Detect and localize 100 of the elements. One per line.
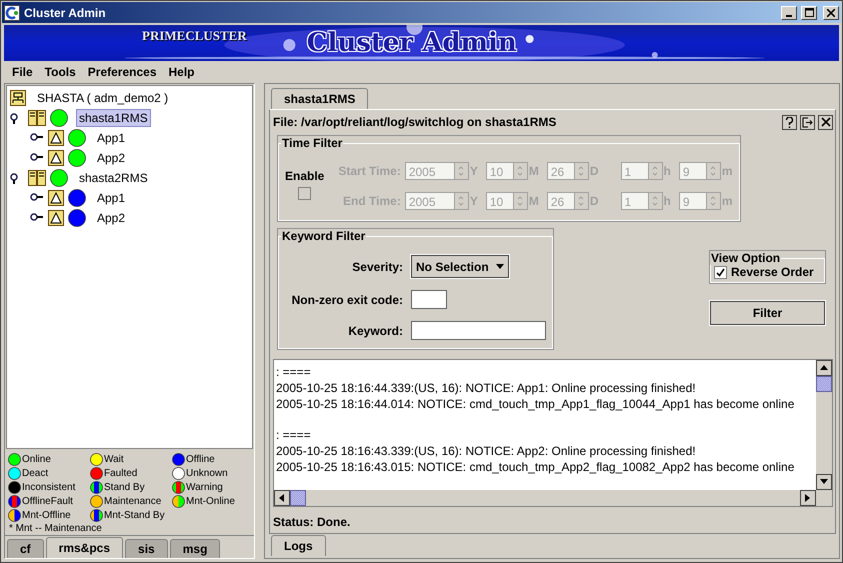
log-line: 2005-10-25 18:16:43.015: NOTICE: cmd_touch_tmp_App2_flag_10082_App2 has become online — [276, 459, 796, 475]
tab[interactable]: msg — [170, 539, 220, 558]
tree-item[interactable]: App1 — [94, 129, 128, 147]
horizontal-scrollbar[interactable] — [274, 490, 816, 506]
help-button[interactable] — [782, 114, 797, 130]
enable-label: Enable — [285, 168, 324, 182]
menu-item[interactable]: Tools — [38, 65, 82, 79]
legend-note: * Mnt -- Maintenance — [8, 522, 103, 536]
legend-label: Deact — [22, 468, 48, 479]
status-dot — [172, 494, 185, 508]
scrollbar-thumb[interactable] — [290, 490, 306, 506]
reverse-order-label: Reverse Order — [731, 265, 814, 279]
tree-item[interactable]: App1 — [94, 189, 128, 207]
app-icon — [4, 4, 20, 20]
status-dot — [68, 129, 86, 147]
log-line: 2005-10-25 18:16:43.339:(US, 16): NOTICE: App2: Online processing finished! — [276, 443, 697, 459]
legend-label: Mnt-Stand By — [104, 510, 165, 521]
minimize-button[interactable] — [781, 6, 797, 20]
log-line: : ==== — [276, 364, 312, 380]
banner-title: Cluster Admin — [306, 28, 517, 58]
status-dot — [8, 452, 21, 466]
server-icon — [28, 170, 46, 186]
exit-code-field[interactable] — [411, 290, 447, 309]
menu-item[interactable]: File — [6, 65, 39, 79]
log-line: 2005-10-25 18:16:44.339:(US, 16): NOTICE: App1: Online processing finished! — [276, 380, 697, 396]
group-title: View Option — [710, 251, 782, 265]
server-icon — [28, 110, 46, 126]
maximize-icon — [804, 8, 814, 17]
severity-dropdown[interactable]: No Selection — [411, 255, 509, 278]
maximize-button[interactable] — [801, 6, 817, 20]
legend-label: Stand By — [104, 482, 145, 493]
status-dot — [172, 480, 185, 494]
triangle-icon — [48, 150, 64, 166]
legend-label: Warning — [186, 482, 223, 493]
status-dot — [68, 189, 86, 207]
close-icon — [827, 8, 835, 16]
tab[interactable]: cf — [7, 539, 44, 558]
group-title: Keyword Filter — [281, 229, 366, 243]
vertical-scrollbar[interactable] — [816, 360, 832, 490]
status-text: Status: Done. — [273, 514, 352, 529]
scrollbar-thumb[interactable] — [816, 376, 832, 392]
window-title: Cluster Admin — [24, 6, 107, 20]
cluster-icon — [10, 90, 26, 106]
filter-button[interactable]: Filter — [710, 301, 825, 325]
status-dot — [50, 109, 68, 127]
tree-item[interactable]: SHASTA ( adm_demo2 ) — [34, 89, 172, 107]
tab[interactable]: rms&pcs — [46, 537, 124, 558]
legend-label: Unknown — [186, 468, 228, 479]
legend-label: Online — [22, 454, 51, 465]
status-dot — [90, 452, 103, 466]
triangle-icon — [48, 210, 64, 226]
menu-item[interactable]: Preferences — [82, 65, 162, 79]
tab[interactable]: Logs — [271, 535, 326, 556]
enable-checkbox[interactable] — [298, 186, 312, 200]
group-title: Time Filter — [281, 136, 344, 150]
close-button[interactable] — [818, 114, 833, 130]
status-dot — [8, 508, 21, 522]
up-arrow-icon — [820, 365, 828, 371]
status-dot — [50, 169, 68, 187]
triangle-icon — [48, 190, 64, 206]
triangle-icon — [48, 130, 64, 146]
caret-icon — [496, 264, 504, 270]
tree-item[interactable]: App2 — [94, 209, 128, 227]
legend-label: Wait — [104, 454, 124, 465]
status-dot — [68, 149, 86, 167]
status-dot — [8, 494, 21, 508]
legend-label: Maintenance — [104, 496, 162, 507]
tab[interactable]: shasta1RMS — [271, 88, 368, 109]
down-arrow-icon — [820, 479, 828, 485]
status-dot — [172, 466, 185, 480]
legend-label: Mnt-Offline — [22, 510, 71, 521]
status-dot — [8, 466, 21, 480]
status-dot — [90, 494, 103, 508]
tree-item[interactable]: App2 — [94, 149, 128, 167]
tree-item[interactable]: shasta2RMS — [76, 169, 151, 187]
left-arrow-icon — [279, 494, 285, 502]
menu-item[interactable]: Help — [162, 65, 201, 79]
log-line: : ==== — [276, 427, 312, 443]
status-dot — [8, 480, 21, 494]
keyword-field[interactable] — [411, 321, 546, 340]
legend-label: Inconsistent — [22, 482, 76, 493]
keyword-label: Keyword: — [347, 324, 403, 338]
tree-item[interactable]: shasta1RMS — [76, 109, 151, 127]
minimize-icon — [786, 14, 792, 16]
detach-button[interactable] — [800, 114, 815, 130]
status-dot — [172, 452, 185, 466]
legend-label: Offline — [186, 454, 215, 465]
legend-label: OfflineFault — [22, 496, 73, 507]
brand-logo: PRIMECLUSTER — [142, 28, 247, 44]
file-path: File: /var/opt/reliant/log/switchlog on shasta1RMS — [273, 115, 558, 129]
severity-label: Severity: — [351, 260, 403, 274]
status-dot — [90, 480, 103, 494]
reverse-order-checkbox[interactable] — [714, 266, 727, 278]
legend-label: Mnt-Online — [186, 496, 235, 507]
right-arrow-icon — [805, 494, 811, 502]
tab[interactable]: sis — [125, 539, 168, 558]
status-dot — [68, 209, 86, 227]
status-dot — [90, 508, 103, 522]
status-dot — [90, 466, 103, 480]
exit-code-label: Non-zero exit code: — [290, 292, 403, 306]
